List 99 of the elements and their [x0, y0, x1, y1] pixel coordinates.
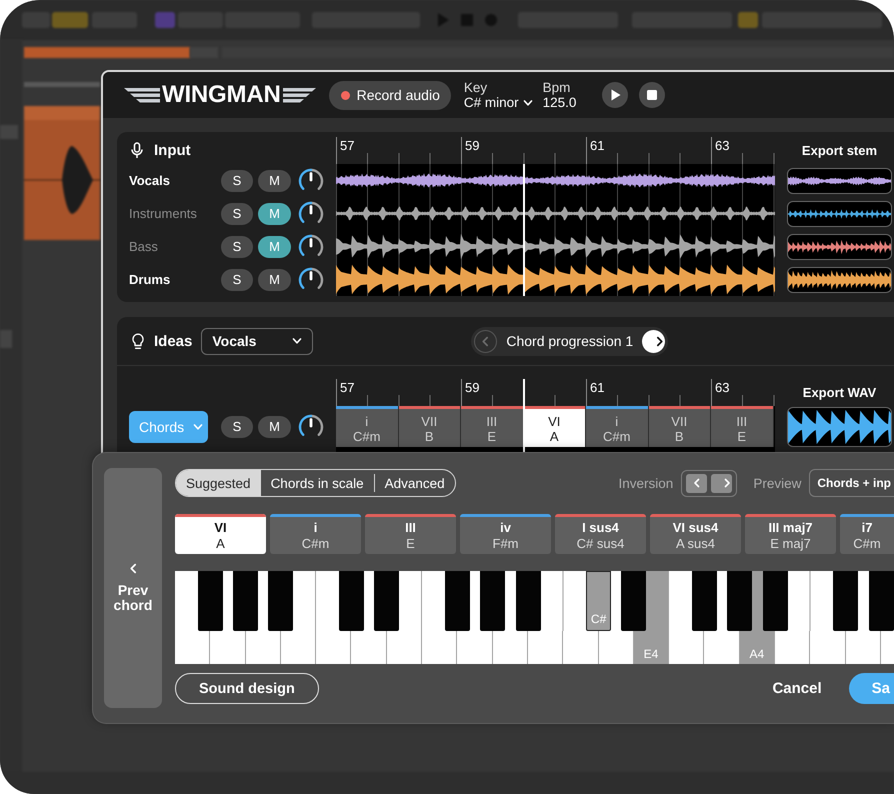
chord-suggestion[interactable]: iv F#m	[460, 514, 551, 554]
next-progression-button[interactable]	[642, 330, 666, 352]
chord-suggestion[interactable]: III maj7 E maj7	[745, 514, 836, 554]
chord-block[interactable]: i C#m	[586, 406, 648, 447]
chevron-down-icon	[292, 336, 302, 346]
chord-suggestion[interactable]: i C#m	[270, 514, 361, 554]
record-audio-button[interactable]: Record audio	[328, 80, 451, 110]
track-name: Vocals	[129, 173, 171, 188]
sharp-key[interactable]	[233, 571, 258, 631]
wing-stripes-icon	[124, 88, 160, 102]
chord-block[interactable]: VI A	[524, 406, 586, 447]
bar-number: 63	[714, 379, 730, 396]
toolbar-control	[738, 12, 758, 28]
sharp-key[interactable]	[621, 571, 646, 631]
sharp-key[interactable]	[762, 571, 788, 631]
inversion-up-button[interactable]	[711, 474, 732, 492]
bar-number: 59	[464, 137, 480, 154]
record-dot-icon	[340, 90, 350, 100]
stop-icon	[461, 14, 473, 26]
stop-icon	[647, 90, 658, 100]
toolbar-control	[52, 12, 88, 28]
sharp-key[interactable]	[480, 571, 506, 631]
cancel-button[interactable]: Cancel	[772, 680, 822, 697]
stem-export-thumbnail[interactable]	[787, 234, 892, 260]
chord-suggestion[interactable]: I sus4 C# sus4	[555, 514, 646, 554]
chevron-right-icon	[722, 478, 732, 488]
chord-suggestion[interactable]: VI sus4 A sus4	[650, 514, 741, 554]
bar-number: 61	[589, 379, 604, 396]
chord-block[interactable]: III E	[461, 406, 524, 447]
sharp-key[interactable]	[444, 571, 470, 631]
sharp-key[interactable]	[198, 571, 223, 631]
sound-design-button[interactable]: Sound design	[175, 673, 319, 704]
tab[interactable]: Chords in scale	[260, 470, 374, 496]
export-wav-label: Export WAV	[802, 384, 878, 402]
toolbar-control	[22, 12, 50, 28]
stem-export-thumbnail[interactable]	[787, 200, 892, 226]
bar-number: 59	[464, 379, 480, 396]
sharp-key[interactable]	[374, 571, 400, 631]
mute-button[interactable]: M	[258, 170, 291, 192]
mute-button[interactable]: M	[258, 416, 291, 438]
chord-suggestion[interactable]: VI A	[175, 514, 266, 554]
chevron-left-icon	[128, 563, 138, 574]
track-name: Bass	[129, 239, 159, 254]
logo-text: WINGMAN	[162, 83, 281, 107]
sharp-key[interactable]	[868, 571, 894, 631]
bar-number: 61	[589, 137, 604, 154]
bar-number: 57	[339, 137, 354, 154]
wing-stripes-icon	[282, 88, 316, 102]
inversion-down-button[interactable]	[686, 474, 708, 492]
export-stem-label: Export stem	[800, 142, 878, 160]
mute-button[interactable]: M	[258, 268, 291, 290]
source-dropdown[interactable]: Vocals	[201, 328, 314, 354]
key-dropdown[interactable]: C# minor	[464, 95, 533, 110]
preview-dropdown[interactable]: Chords + inp	[809, 469, 894, 497]
waveform	[62, 145, 94, 215]
play-button[interactable]	[602, 82, 628, 108]
inversion-label: Inversion	[618, 476, 674, 490]
solo-button[interactable]: S	[221, 170, 253, 192]
bar-number: 63	[714, 137, 730, 154]
solo-button[interactable]: S	[221, 416, 253, 438]
bpm-label: Bpm	[542, 80, 570, 95]
preview-label: Preview	[753, 476, 802, 490]
bar-number: 57	[339, 379, 354, 396]
solo-button[interactable]: S	[221, 202, 253, 224]
stem-export-thumbnail[interactable]	[787, 168, 892, 194]
toolbar-control	[155, 12, 175, 28]
chevron-right-icon	[654, 336, 666, 346]
chevron-down-icon	[193, 422, 204, 432]
sharp-key[interactable]	[516, 571, 540, 631]
scroll-handle	[190, 47, 218, 58]
sharp-key[interactable]	[727, 571, 752, 631]
bpm-value: 125.0	[542, 95, 576, 110]
sharp-key[interactable]	[268, 571, 294, 631]
track-name: Instruments	[129, 206, 198, 221]
ideas-title: Ideas	[154, 332, 192, 350]
track-name: Drums	[129, 272, 172, 287]
progression-name: Chord progression 1	[506, 333, 634, 349]
chord-block[interactable]: i C#m	[336, 406, 398, 447]
chord-block[interactable]: VII B	[648, 406, 711, 447]
sharp-key[interactable]	[833, 571, 858, 631]
tab[interactable]: Suggested	[176, 470, 261, 496]
tab[interactable]: Advanced	[374, 470, 455, 496]
chord-block[interactable]: III E	[711, 406, 774, 447]
play-icon	[438, 13, 449, 27]
input-title: Input	[154, 142, 191, 159]
chord-suggestion[interactable]: i7 C#m	[840, 514, 894, 554]
chord-block[interactable]: VII B	[398, 406, 461, 447]
microphone-icon	[131, 142, 143, 159]
lightbulb-icon	[131, 332, 145, 350]
solo-button[interactable]: S	[221, 268, 253, 290]
chevron-down-icon	[522, 98, 533, 108]
solo-button[interactable]: S	[221, 236, 253, 258]
stop-button[interactable]	[639, 82, 666, 108]
key-label: Key	[464, 80, 488, 95]
play-icon	[611, 89, 622, 101]
chevron-left-icon	[692, 478, 702, 488]
record-icon	[485, 14, 497, 26]
previous-chord-button[interactable]: Prev chord	[104, 468, 162, 708]
chord-suggestion[interactable]: III E	[365, 514, 456, 554]
